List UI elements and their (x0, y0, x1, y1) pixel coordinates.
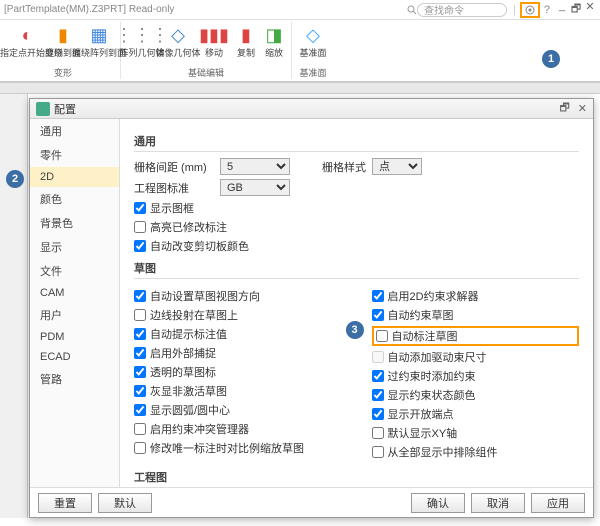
cat-color[interactable]: 颜色 (30, 187, 119, 211)
sk-l3[interactable] (134, 347, 146, 359)
cat-pdm[interactable]: PDM (30, 327, 119, 347)
category-list: 通用 零件 2D 颜色 背景色 显示 文件 CAM 用户 PDM ECAD 管路 (30, 119, 120, 487)
sk-l5[interactable] (134, 385, 146, 397)
drawing-std-select[interactable]: GB (220, 179, 290, 196)
section-drawing: 工程图 (134, 469, 579, 487)
ok-button[interactable]: 确认 (411, 493, 465, 513)
group-label: 基准面 (299, 66, 326, 79)
cat-ecad[interactable]: ECAD (30, 347, 119, 367)
grid-style-select[interactable]: 点 (372, 158, 422, 175)
drawing-std-label: 工程图标准 (134, 180, 214, 196)
reset-button[interactable]: 重置 (38, 493, 92, 513)
auto-clipboard-color-cb[interactable] (134, 240, 146, 252)
group-label: 基础编辑 (188, 66, 224, 79)
search-input[interactable]: 查找命令 (417, 3, 507, 17)
pattern-icon: ⋮⋮⋮ (129, 22, 155, 48)
sk-l4[interactable] (134, 366, 146, 378)
pattern-button[interactable]: ⋮⋮⋮阵列几何体 (125, 22, 159, 58)
cat-display[interactable]: 显示 (30, 235, 119, 259)
cat-user[interactable]: 用户 (30, 303, 119, 327)
move-icon: ▮▮▮ (201, 22, 227, 48)
sk-r1[interactable] (372, 309, 384, 321)
grid-spacing-select[interactable]: 5 (220, 158, 290, 175)
sk-l7[interactable] (134, 423, 146, 435)
default-button[interactable]: 默认 (98, 493, 152, 513)
sk-r8[interactable] (372, 446, 384, 458)
settings-button[interactable] (520, 2, 540, 18)
sk-r3 (372, 351, 384, 363)
wrap-pattern-icon: ▦ (86, 22, 112, 48)
move-button[interactable]: ▮▮▮移动 (197, 22, 231, 58)
sk-l2[interactable] (134, 328, 146, 340)
mirror-icon: ◇ (165, 22, 191, 48)
mirror-button[interactable]: ◇镜像几何体 (161, 22, 195, 58)
wrap-icon: ▮ (50, 22, 76, 48)
settings-content: 通用 栅格间距 (mm) 5 栅格样式 点 工程图标准 GB 显示图框 高亮已修… (120, 119, 593, 487)
dialog-icon (36, 102, 50, 116)
section-sketch: 草图 (134, 260, 579, 279)
search-icon (407, 5, 417, 15)
sk-r6[interactable] (372, 408, 384, 420)
scale-button[interactable]: ◨缩放 (261, 22, 287, 58)
datum-plane-button[interactable]: ◇基准面 (296, 22, 330, 58)
restore-button[interactable]: 🗗 (570, 0, 582, 19)
section-general: 通用 (134, 133, 579, 152)
minimize-button[interactable]: _ (556, 0, 568, 19)
cat-file[interactable]: 文件 (30, 259, 119, 283)
help-icon[interactable]: ? (544, 4, 550, 16)
apply-button[interactable]: 应用 (531, 493, 585, 513)
gear-icon (524, 4, 536, 16)
close-button[interactable]: ✕ (584, 0, 596, 19)
callout-2: 2 (6, 170, 24, 188)
grid-style-label: 栅格样式 (322, 159, 366, 175)
sk-l6[interactable] (134, 404, 146, 416)
config-dialog: 配置 🗗 ✕ 通用 零件 2D 颜色 背景色 显示 文件 CAM 用户 PDM … (29, 98, 594, 518)
dialog-close[interactable]: ✕ (578, 102, 587, 115)
datum-icon: ◇ (300, 22, 326, 48)
wrap-pattern-button[interactable]: ▦缠绕阵列到面 (82, 22, 116, 58)
copy-button[interactable]: ▮复制 (233, 22, 259, 58)
cancel-button[interactable]: 取消 (471, 493, 525, 513)
scale-icon: ◨ (261, 22, 287, 48)
highlight-mod-cb[interactable] (134, 221, 146, 233)
cat-cam[interactable]: CAM (30, 283, 119, 303)
cat-general[interactable]: 通用 (30, 119, 119, 143)
show-frame-cb[interactable] (134, 202, 146, 214)
sk-r7[interactable] (372, 427, 384, 439)
callout-1: 1 (542, 50, 560, 68)
group-label: 变形 (54, 66, 72, 79)
grid-spacing-label: 栅格间距 (mm) (134, 159, 214, 175)
sk-l1[interactable] (134, 309, 146, 321)
left-panel (0, 94, 28, 518)
sk-l0[interactable] (134, 290, 146, 302)
cat-pipe[interactable]: 管路 (30, 367, 119, 391)
sk-r5[interactable] (372, 389, 384, 401)
sk-r0[interactable] (372, 290, 384, 302)
cat-bg[interactable]: 背景色 (30, 211, 119, 235)
separator: | (513, 4, 516, 16)
callout-3: 3 (346, 321, 364, 339)
cat-part[interactable]: 零件 (30, 143, 119, 167)
sk-r4[interactable] (372, 370, 384, 382)
morph-icon: ◐ (14, 22, 40, 48)
app-title: [PartTemplate(MM).Z3PRT] Read-only (4, 4, 174, 15)
auto-dim-sketch-cb[interactable] (376, 330, 388, 342)
dialog-title: 配置 (54, 101, 76, 117)
copy-icon: ▮ (233, 22, 259, 48)
dialog-maximize[interactable]: 🗗 (559, 99, 569, 118)
cat-2d[interactable]: 2D (30, 167, 119, 187)
sk-l8[interactable] (134, 442, 146, 454)
morph-from-point-button[interactable]: ◐由指定点开始变形 (10, 22, 44, 58)
